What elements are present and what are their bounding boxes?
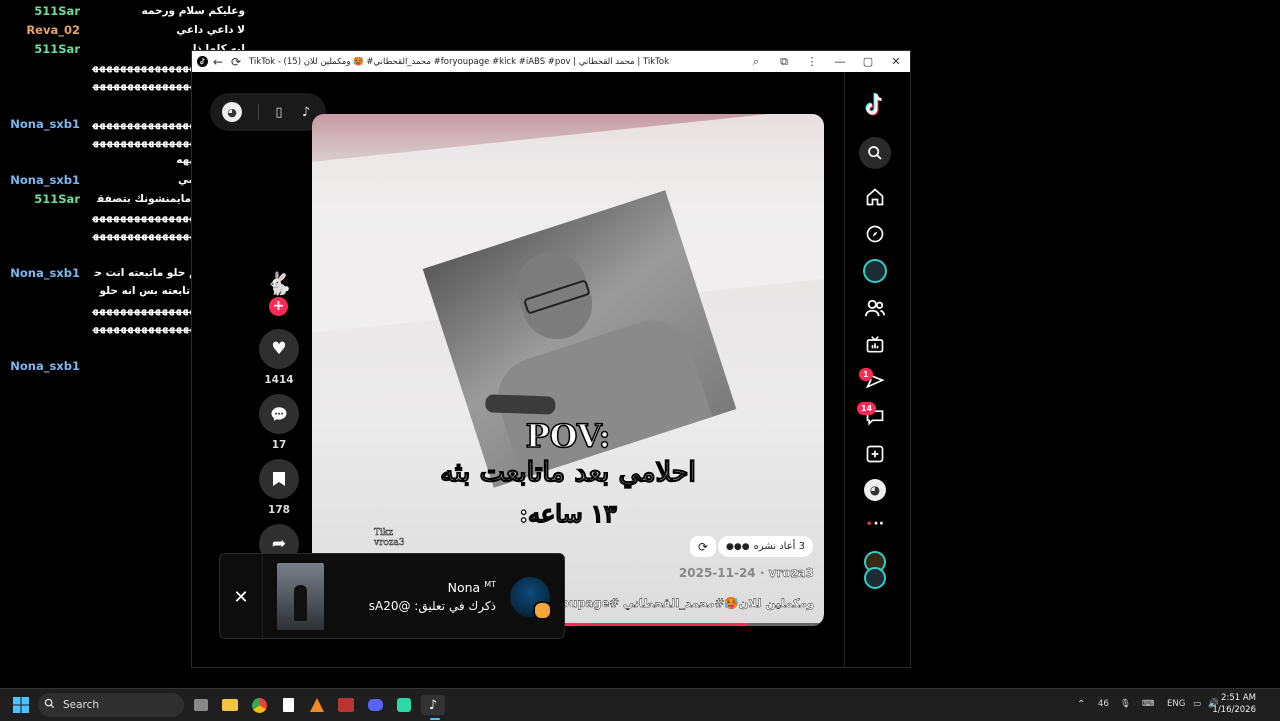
- video-overlay-line: احلامي بعد ماتابعت بثه: [439, 456, 696, 488]
- task-view-icon[interactable]: [191, 695, 211, 715]
- zoom-icon[interactable]: ⌕: [742, 55, 770, 69]
- network-icon[interactable]: ▭: [1193, 699, 1201, 709]
- sender-avatar[interactable]: [510, 577, 552, 620]
- maximize-button[interactable]: ▢: [854, 55, 882, 68]
- app-icon[interactable]: [307, 695, 327, 715]
- video-player[interactable]: POV: احلامي بعد ماتابعت بثه ١٣ ساعه: Tik…: [312, 114, 824, 626]
- repost-icon[interactable]: ⟳: [690, 536, 716, 557]
- messages-icon[interactable]: 14: [857, 401, 891, 433]
- chat-text: وعليكم سلام ورحمه: [141, 5, 245, 17]
- microphone-icon[interactable]: 🎙: [1120, 699, 1131, 709]
- repost-label: 3 أعاد نشره: [753, 541, 806, 552]
- window-title: TikTok - (15) محمد_القحطاني# 🥵 ومكملين ل…: [249, 56, 669, 67]
- profile-icon[interactable]: ◕: [859, 474, 891, 506]
- video-overlay-line: ١٣ ساعه:: [519, 498, 618, 528]
- author-name[interactable]: vroza3: [768, 566, 814, 580]
- chat-text: لا داعي داعي: [176, 24, 245, 36]
- save-action: 178: [259, 459, 299, 516]
- live-avatar-icon[interactable]: [859, 562, 891, 594]
- inbox-icon[interactable]: 1: [859, 365, 891, 397]
- chat-username[interactable]: Nona_sxb1: [10, 115, 80, 133]
- following-avatar-icon[interactable]: [859, 255, 891, 287]
- messages-badge: 14: [857, 402, 877, 415]
- more-icon[interactable]: • ··: [859, 508, 891, 540]
- comment-icon[interactable]: [259, 394, 299, 434]
- chevron-up-icon[interactable]: ⌃: [1077, 699, 1085, 710]
- back-icon[interactable]: ←: [209, 55, 227, 69]
- right-navigation: 1 14 ◕ • ··: [844, 72, 905, 668]
- video-watermark: Tikz vroza3: [374, 528, 405, 549]
- follow-button[interactable]: +: [269, 297, 288, 316]
- reload-icon[interactable]: ⟳: [227, 55, 245, 69]
- live-icon[interactable]: [859, 329, 891, 361]
- search-icon: [44, 698, 55, 712]
- inbox-badge: 1: [859, 368, 873, 381]
- chat-username[interactable]: 511Sar: [34, 40, 80, 58]
- extensions-icon[interactable]: ⧉: [770, 55, 798, 69]
- video-date: 2025-11-24: [678, 566, 756, 580]
- keyboard-icon[interactable]: ⌨: [1142, 699, 1154, 709]
- chat-username[interactable]: Nona_sxb1: [10, 264, 80, 282]
- voicemeeter-icon[interactable]: [336, 695, 356, 715]
- upload-icon[interactable]: [859, 438, 891, 470]
- app-icon[interactable]: [394, 695, 414, 715]
- notification-sender: Nona MT: [447, 580, 496, 596]
- like-count: 1414: [264, 374, 294, 386]
- toolbar-divider: [258, 104, 259, 120]
- discord-icon[interactable]: [365, 695, 385, 715]
- comment-action: 17: [259, 394, 299, 451]
- clock-time: 2:51 AM: [1221, 693, 1256, 703]
- menu-icon[interactable]: ⋮: [798, 55, 826, 68]
- document-icon[interactable]: [278, 695, 298, 715]
- language-indicator[interactable]: ENG: [1167, 699, 1185, 709]
- save-count: 178: [268, 504, 290, 516]
- tiktok-logo-icon[interactable]: [859, 89, 891, 121]
- profile-avatar-icon[interactable]: ◕: [222, 102, 242, 122]
- video-overlay-title: POV:: [525, 416, 611, 456]
- home-icon[interactable]: [859, 181, 891, 213]
- heart-icon[interactable]: ♥: [259, 329, 299, 369]
- repost-avatars-icon: ●●●: [726, 541, 750, 552]
- chrome-icon[interactable]: [249, 695, 269, 715]
- minimize-button[interactable]: —: [826, 55, 854, 68]
- video-caption: ومكملين للان🥵#محمد_القحطاني #foryoupage …: [521, 596, 814, 610]
- clock[interactable]: 2:51 AM 1/16/2026: [1212, 692, 1256, 716]
- file-explorer-icon[interactable]: [220, 695, 240, 715]
- video-meta: 2025-11-24 · vroza3: [678, 566, 814, 580]
- tray-number: 46: [1098, 699, 1109, 709]
- taskbar-search[interactable]: Search: [38, 693, 184, 717]
- side-toolbar: ◕ ▯ ♪: [210, 93, 326, 131]
- notification-text: ذكرك في تعليق: @sA20: [368, 599, 496, 613]
- close-icon[interactable]: ✕: [220, 554, 263, 640]
- repost-pill[interactable]: 3 أعاد نشره ●●●: [718, 536, 814, 557]
- mention-notification[interactable]: ✕ Nona MT ذكرك في تعليق: @sA20: [219, 553, 565, 640]
- chat-username[interactable]: Reva_02: [26, 21, 80, 39]
- chat-username[interactable]: Nona_sxb1: [10, 357, 80, 375]
- search-icon[interactable]: [859, 137, 891, 169]
- tiktok-taskbar-icon[interactable]: ♪: [421, 695, 445, 715]
- chat-username[interactable]: 511Sar: [34, 190, 80, 208]
- system-tray: ⌃ 46 🎙 ⌨ ENG ▭ 🔊 2:51 AM 1/16/2026: [1060, 689, 1280, 721]
- tiktok-icon[interactable]: ♪: [297, 103, 315, 121]
- chat-username[interactable]: Nona_sxb1: [10, 171, 80, 189]
- bookmark-icon[interactable]: [259, 459, 299, 499]
- title-bar: ← ⟳ TikTok - (15) محمد_القحطاني# 🥵 ومكمل…: [192, 51, 910, 72]
- tiktok-app-icon: [195, 55, 209, 69]
- friends-icon[interactable]: [859, 292, 891, 324]
- windows-start-icon[interactable]: [11, 695, 31, 715]
- like-action: ♥ 1414: [259, 329, 299, 386]
- chat-username[interactable]: 511Sar: [34, 2, 80, 20]
- phone-icon[interactable]: ▯: [270, 103, 288, 121]
- windows-taskbar: Search ♪ ⌃ 46 🎙 ⌨ ENG ▭ 🔊 2:51 AM 1/16/2…: [0, 688, 1280, 721]
- close-window-button[interactable]: ✕: [882, 55, 910, 68]
- video-thumbnail[interactable]: [277, 563, 324, 630]
- search-placeholder: Search: [63, 699, 100, 711]
- comment-count: 17: [271, 439, 287, 451]
- explore-icon[interactable]: [859, 218, 891, 250]
- clock-date: 1/16/2026: [1212, 705, 1256, 715]
